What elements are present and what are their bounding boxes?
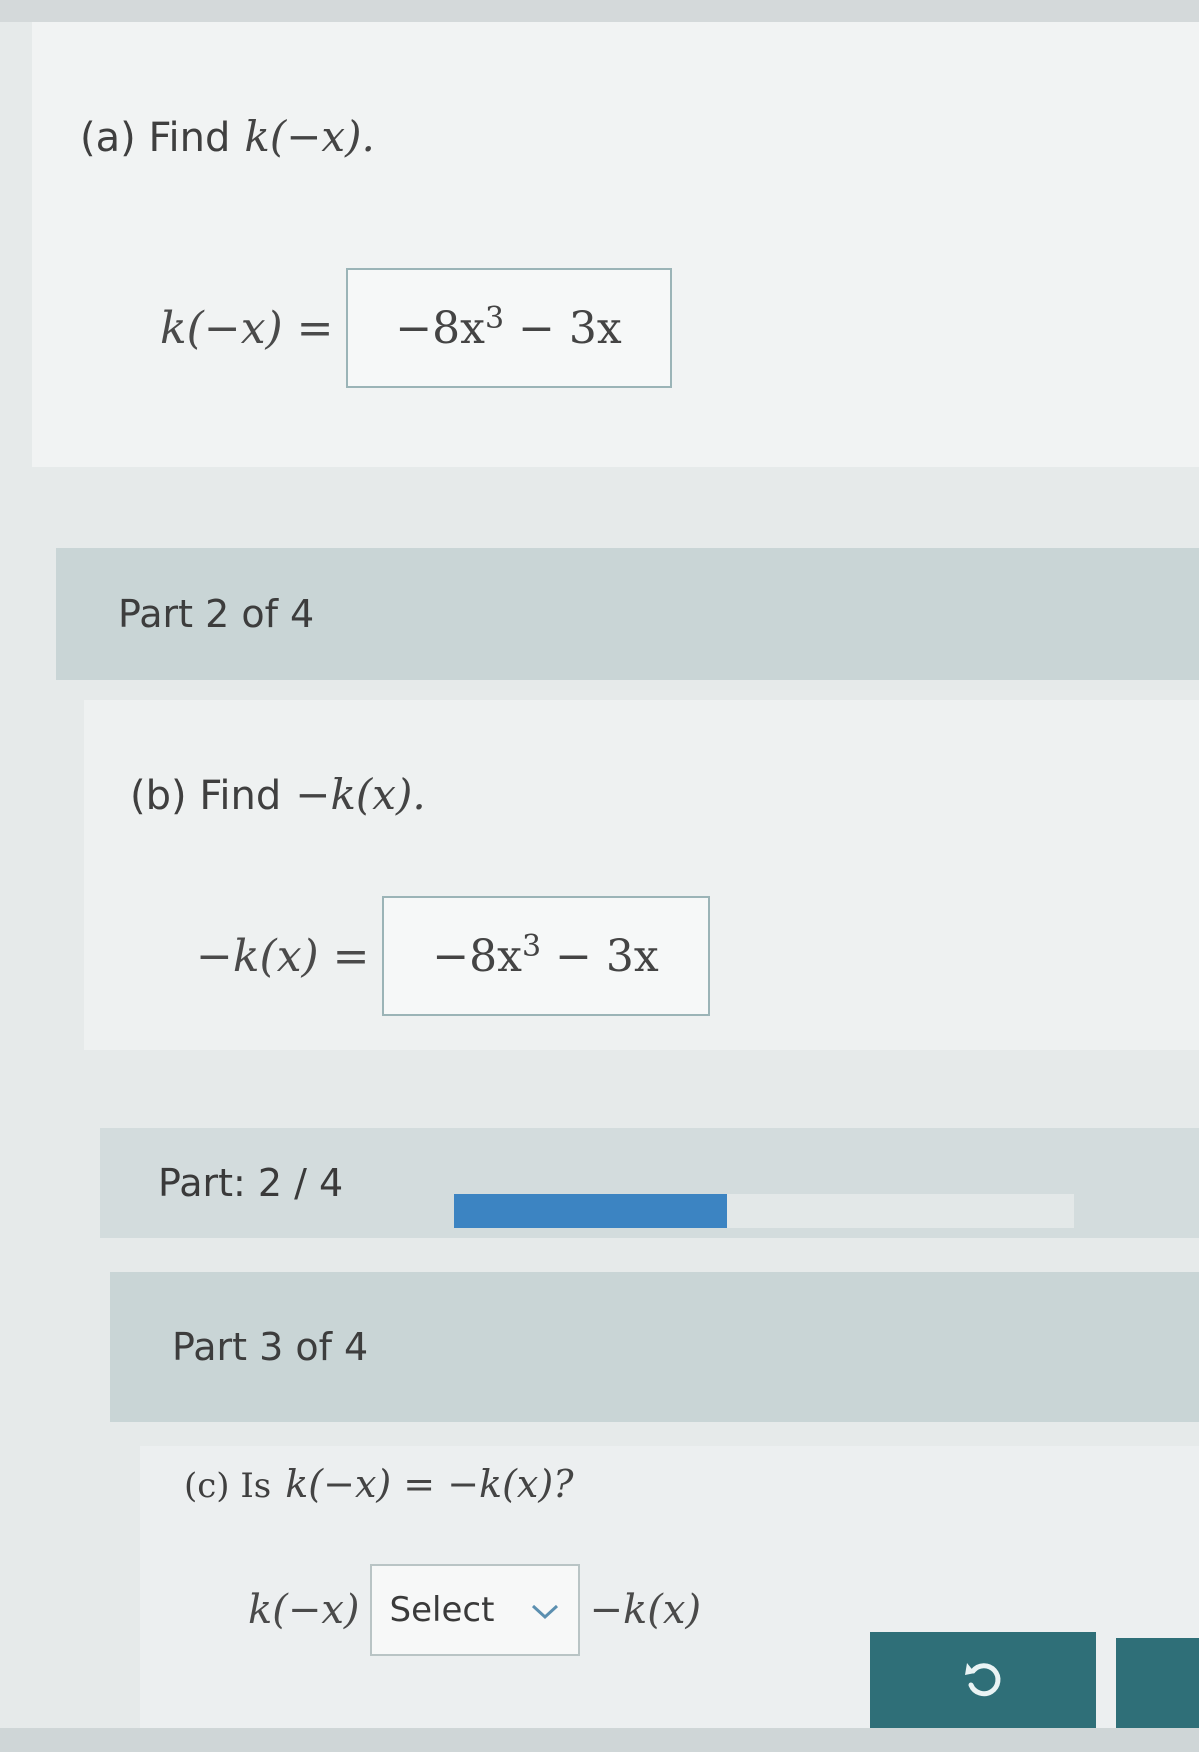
part-3-header: Part 3 of 4 [110,1272,1199,1422]
part-b-lhs: −k(x) = [196,930,370,982]
part-a-lhs: k(−x) = [160,302,334,354]
part-b-answer-coeff: −8x [432,930,522,982]
progress-row: Part: 2 / 4 [100,1128,1199,1238]
part-3-header-text: Part 3 of 4 [172,1325,369,1369]
part-c-prompt: k(−x) = −k(x)? [285,1462,574,1506]
undo-icon [961,1657,1005,1712]
progress-label: Part: 2 / 4 [158,1161,344,1205]
progress-fill [454,1194,727,1228]
chevron-down-icon [530,1590,560,1630]
part-a-card [32,22,1199,467]
bottom-shade [0,1728,1199,1752]
undo-button[interactable] [870,1632,1096,1736]
part-2-header-text: Part 2 of 4 [118,592,315,636]
progress-bar [454,1194,1074,1228]
part-2-header: Part 2 of 4 [56,548,1199,680]
part-b-answer-rest: − 3x [541,930,659,982]
part-a-question: (a) Find k(−x). [80,112,375,161]
part-a-label: (a) Find [80,115,231,161]
part-c-question: (c) Is k(−x) = −k(x)? [184,1462,574,1506]
part-c-rhs: −k(x) [589,1587,702,1633]
part-b-answer-exp: 3 [522,928,542,964]
part-b-question: (b) Find −k(x). [130,770,426,819]
part-c-lhs: k(−x) [248,1587,360,1633]
part-b-answer-box[interactable]: −8x 3 − 3x [381,896,710,1016]
part-a-answer-coeff: −8x [395,302,485,354]
top-strip [0,0,1199,22]
part-a-prompt: k(−x). [244,112,375,161]
part-b-equation: −k(x) = −8x 3 − 3x [196,896,710,1016]
part-c-label: (c) Is [184,1466,272,1506]
part-b-label: (b) Find [130,773,282,819]
part-a-equation: k(−x) = −8x 3 − 3x [160,268,672,388]
part-b-prompt: −k(x). [295,770,426,819]
part-a-answer-box[interactable]: −8x 3 − 3x [345,268,672,388]
relation-select[interactable]: Select [369,1564,580,1656]
part-c-equation: k(−x) Select −k(x) [248,1564,701,1656]
part-a-answer-exp: 3 [485,300,505,336]
select-value: Select [389,1590,495,1630]
part-a-answer-rest: − 3x [504,302,622,354]
